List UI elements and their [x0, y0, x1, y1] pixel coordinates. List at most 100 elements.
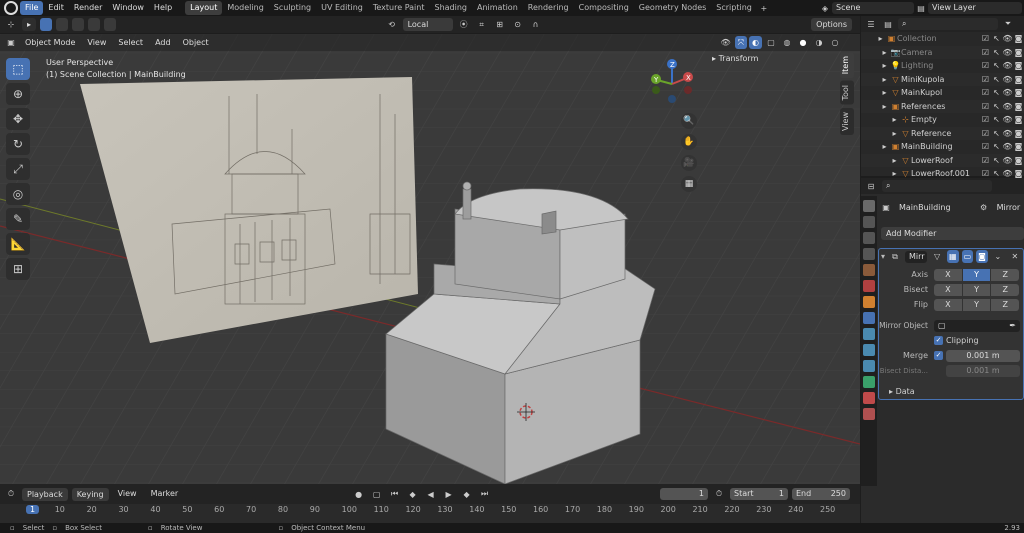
shading-solid-icon[interactable]: ●	[796, 36, 810, 50]
camera-icon[interactable]: ◙	[1013, 86, 1024, 100]
clipping-checkbox[interactable]: ✓	[934, 336, 943, 345]
record-icon[interactable]: ●	[352, 487, 366, 501]
xray-icon[interactable]: ▢	[764, 36, 778, 50]
camera-icon[interactable]: ◙	[1013, 154, 1024, 168]
scale-tool-icon[interactable]: ⤢	[6, 158, 30, 180]
add-workspace-icon[interactable]: +	[757, 1, 771, 15]
bisect-y-toggle[interactable]: Y	[962, 283, 991, 296]
camera-icon[interactable]: ◙	[1013, 59, 1024, 73]
output-tab-icon[interactable]	[863, 232, 875, 244]
select-arrow-icon[interactable]: ↖	[991, 113, 1002, 127]
eye-icon[interactable]: 👁	[1002, 59, 1013, 73]
axis-y-toggle[interactable]: Y	[962, 268, 991, 281]
tab-modeling[interactable]: Modeling	[222, 1, 268, 15]
menu-window[interactable]: Window	[107, 1, 149, 15]
npanel-tab-item[interactable]: Item	[840, 52, 854, 79]
data-tab-icon[interactable]	[863, 376, 875, 388]
rotate-tool-icon[interactable]: ↻	[6, 133, 30, 155]
merge-checkbox[interactable]: ✓	[934, 351, 943, 360]
marker-menu[interactable]: Marker	[146, 487, 184, 501]
eye-icon[interactable]: 👁	[1002, 73, 1013, 87]
outliner-row[interactable]: ▸ ▽ LowerRoof ☑ ↖ 👁 ◙	[861, 153, 1024, 168]
select-arrow-icon[interactable]: ↖	[991, 46, 1002, 60]
display-mode-icon[interactable]: ▤	[881, 17, 895, 31]
outliner-search-input[interactable]: ⌕	[898, 18, 998, 30]
properties-search-input[interactable]: ⌕	[882, 180, 992, 192]
keying-menu[interactable]: Keying	[71, 487, 109, 501]
select-arrow-icon[interactable]: ↖	[991, 59, 1002, 73]
shading-material-icon[interactable]: ◑	[812, 36, 826, 50]
checkbox-icon[interactable]: ☑	[980, 113, 991, 127]
checkbox-icon[interactable]: ☑	[980, 32, 991, 46]
axis-z-toggle[interactable]: Z	[991, 268, 1020, 281]
flip-x-toggle[interactable]: X	[934, 298, 962, 311]
eye-icon[interactable]: 👁	[1002, 86, 1013, 100]
view-layer-icon[interactable]: ▤	[914, 1, 928, 15]
eye-icon[interactable]: 👁	[1002, 100, 1013, 114]
outliner-row[interactable]: ▸ ▣ Collection ☑ ↖ 👁 ◙	[861, 32, 1024, 46]
blender-logo-icon[interactable]	[4, 1, 18, 15]
expand-arrow-icon[interactable]: ▸	[879, 100, 890, 114]
camera-icon[interactable]: ◙	[1013, 32, 1024, 46]
shading-rendered-icon[interactable]: ○	[828, 36, 842, 50]
expand-arrow-icon[interactable]: ▸	[875, 32, 886, 46]
tab-scripting[interactable]: Scripting	[711, 1, 757, 15]
select-subtract-icon[interactable]	[72, 18, 85, 31]
3d-viewport[interactable]	[0, 34, 860, 484]
outliner-row[interactable]: ▸ ▣ MainBuilding ☑ ↖ 👁 ◙	[861, 140, 1024, 154]
axis-x-toggle[interactable]: X	[934, 268, 962, 281]
snap-target-icon[interactable]: ⊞	[493, 18, 507, 32]
data-subpanel[interactable]: ▸ Data	[879, 384, 1020, 399]
tab-compositing[interactable]: Compositing	[574, 1, 634, 15]
eye-icon[interactable]: 👁	[1002, 32, 1013, 46]
physics-tab-icon[interactable]	[863, 344, 875, 356]
timer-icon[interactable]: ⏱	[712, 487, 726, 501]
measure-tool-icon[interactable]: 📐	[6, 233, 30, 255]
jump-end-icon[interactable]: ⏭	[478, 487, 492, 501]
outliner-row[interactable]: ▸ ▽ MainKupol ☑ ↖ 👁 ◙	[861, 86, 1024, 100]
viewport-menu-select[interactable]: Select	[113, 36, 148, 50]
play-reverse-icon[interactable]: ◀	[424, 487, 438, 501]
tab-sculpting[interactable]: Sculpting	[269, 1, 316, 15]
select-arrow-icon[interactable]: ↖	[991, 154, 1002, 168]
select-arrow-icon[interactable]: ↖	[991, 32, 1002, 46]
npanel-tab-view[interactable]: View	[840, 107, 854, 135]
eyedropper-icon[interactable]: ✒	[1009, 320, 1016, 332]
camera-icon[interactable]: ◙	[1013, 113, 1024, 127]
scene-icon[interactable]: ◈	[818, 1, 832, 15]
eye-icon[interactable]: 👁	[1002, 140, 1013, 154]
remove-modifier-icon[interactable]: ✕	[1008, 250, 1022, 264]
expand-arrow-icon[interactable]: ▸	[879, 140, 890, 154]
end-frame-field[interactable]: End 250	[792, 488, 850, 500]
editor-type-icon[interactable]: ⊹	[4, 18, 18, 32]
select-arrow-icon[interactable]: ↖	[991, 140, 1002, 154]
scene-tab-icon[interactable]	[863, 264, 875, 276]
select-arrow-icon[interactable]: ↖	[991, 73, 1002, 87]
mirror-object-field[interactable]: ▢ ✒	[934, 319, 1020, 332]
select-invert-icon[interactable]	[88, 18, 101, 31]
view-layer-tab-icon[interactable]	[863, 248, 875, 260]
jump-start-icon[interactable]: ⏮	[388, 487, 402, 501]
filter-icon[interactable]: ⏷	[1001, 17, 1015, 31]
menu-render[interactable]: Render	[69, 1, 107, 15]
render-camera-icon[interactable]: ◙	[976, 250, 988, 263]
select-arrow-icon[interactable]: ↖	[991, 86, 1002, 100]
viewport-menu-add[interactable]: Add	[150, 36, 176, 50]
timeline-view-menu[interactable]: View	[113, 487, 142, 501]
tab-layout[interactable]: Layout	[185, 1, 223, 15]
zoom-icon[interactable]: 🔍	[681, 113, 697, 129]
menu-help[interactable]: Help	[149, 1, 177, 15]
falloff-icon[interactable]: ∩	[529, 18, 543, 32]
menu-file[interactable]: File	[20, 1, 44, 15]
constraints-tab-icon[interactable]	[863, 360, 875, 372]
outliner-row[interactable]: ▸ 📷 Camera ☑ ↖ 👁 ◙	[861, 45, 1024, 60]
tool-tab-icon[interactable]	[863, 200, 875, 212]
visibility-icon[interactable]: 👁	[719, 36, 733, 50]
eye-icon[interactable]: 👁	[1002, 113, 1013, 127]
eye-icon[interactable]: 👁	[1002, 46, 1013, 60]
snap-icon[interactable]: ⌗	[475, 18, 489, 32]
camera-view-icon[interactable]: 🎥	[681, 155, 697, 171]
select-box-tool-icon[interactable]: ⬚	[6, 58, 30, 80]
tab-texture-paint[interactable]: Texture Paint	[368, 1, 430, 15]
flip-y-toggle[interactable]: Y	[962, 298, 991, 311]
